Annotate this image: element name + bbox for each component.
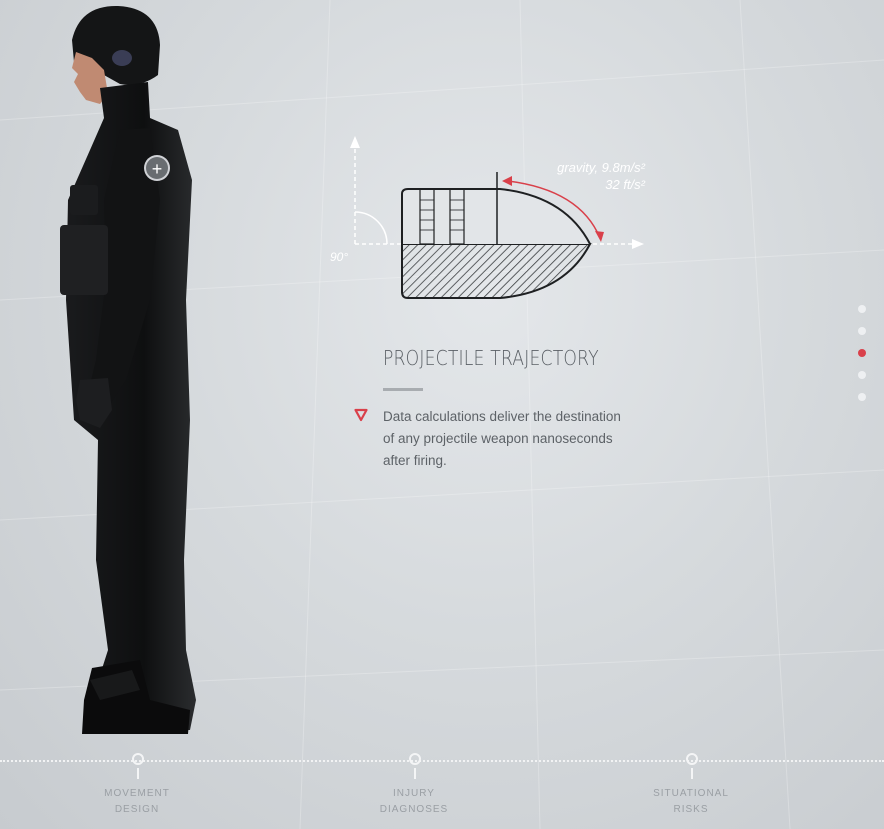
- timeline-stem: [691, 768, 693, 779]
- down-triangle-icon: [354, 408, 368, 422]
- pager-dot-5[interactable]: [858, 393, 866, 401]
- timeline-item-movement-design[interactable]: MOVEMENT DESIGN: [77, 786, 197, 818]
- section-pager: [858, 305, 868, 415]
- timeline-item-injury-diagnoses[interactable]: INJURY DIAGNOSES: [354, 786, 474, 818]
- timeline-stem: [137, 768, 139, 779]
- feature-description: Data calculations deliver the destinatio…: [383, 409, 621, 468]
- add-hotspot-button[interactable]: +: [144, 155, 170, 181]
- gravity-label: gravity, 9.8m/s²: [557, 160, 646, 175]
- projectile-diagram: 90° gravity, 9.8m/s² 32 ft/s²: [330, 136, 646, 299]
- pager-dot-1[interactable]: [858, 305, 866, 313]
- timeline-node-situational[interactable]: [686, 753, 698, 765]
- gravity-imperial-label: 32 ft/s²: [605, 177, 645, 192]
- timeline-item-situational-risks[interactable]: SITUATIONAL RISKS: [631, 786, 751, 818]
- feature-title: PROJECTILE TRAJECTORY: [383, 346, 599, 370]
- timeline-label-line: INJURY: [393, 788, 435, 799]
- timeline-label-line: MOVEMENT: [104, 788, 170, 799]
- title-divider: [383, 388, 423, 391]
- pager-dot-2[interactable]: [858, 327, 866, 335]
- timeline-node-movement[interactable]: [132, 753, 144, 765]
- timeline-label-line: DIAGNOSES: [379, 804, 449, 815]
- angle-label: 90°: [330, 250, 348, 264]
- timeline-label-line: RISKS: [673, 804, 709, 815]
- pager-dot-3-active[interactable]: [858, 349, 866, 357]
- timeline-label-line: DESIGN: [114, 804, 160, 815]
- tactical-suit-figure: [60, 5, 196, 734]
- timeline-label-line: SITUATIONAL: [653, 788, 729, 799]
- timeline-node-injury[interactable]: [409, 753, 421, 765]
- timeline-stem: [414, 768, 416, 779]
- pager-dot-4[interactable]: [858, 371, 866, 379]
